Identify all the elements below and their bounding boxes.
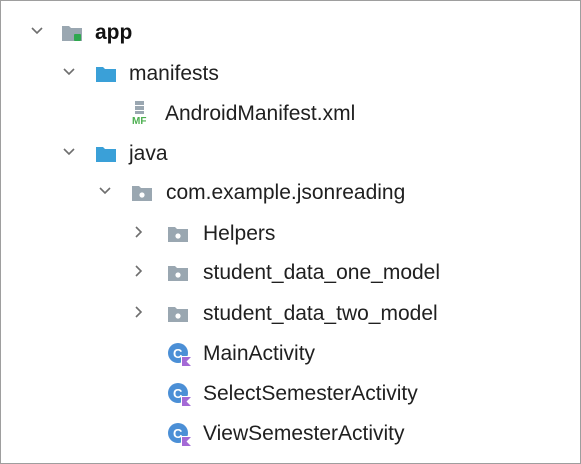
package-icon [168,266,188,281]
chevron-down-icon[interactable] [29,23,45,39]
manifest-badge-text: MF [132,116,146,126]
tree-node-label: SelectSemesterActivity [203,382,418,405]
tree-node-mainactivity[interactable]: C MainActivity [1,334,580,374]
tree-node-label: java [129,142,168,165]
tree-node-label: student_data_two_model [203,302,438,325]
tree-node-label: ViewSemesterActivity [203,422,405,445]
tree-node-label: Helpers [203,222,276,245]
folder-icon [96,67,116,82]
kotlin-class-icon: C [168,383,192,407]
tree-node-viewsemesteractivity[interactable]: C ViewSemesterActivity [1,414,580,454]
tree-node-manifests[interactable]: manifests [1,54,580,94]
manifest-file-icon: MF [132,101,146,126]
package-icon [132,186,152,201]
chevron-down-icon[interactable] [97,183,113,199]
tree-node-androidmanifest[interactable]: MF AndroidManifest.xml [1,94,580,134]
tree-node-label: manifests [129,62,219,85]
tree-node-label: app [95,21,133,44]
chevron-right-icon[interactable] [131,263,147,279]
package-icon [168,227,188,242]
package-icon [168,307,188,322]
tree-node-selectsemesteractivity[interactable]: C SelectSemesterActivity [1,374,580,414]
tree-node-helpers[interactable]: Helpers [1,214,580,254]
kotlin-class-icon: C [168,343,192,367]
tree-node-label: AndroidManifest.xml [165,102,356,125]
folder-icon [96,147,116,162]
tree-node-label: student_data_one_model [203,261,441,284]
tree-node-app[interactable]: app [1,13,580,53]
chevron-right-icon[interactable] [131,224,147,240]
module-folder-icon [62,26,82,41]
tree-node-label: com.example.jsonreading [166,181,406,204]
chevron-down-icon[interactable] [61,64,77,80]
tree-node-student-data-one-model[interactable]: student_data_one_model [1,253,580,293]
chevron-right-icon[interactable] [131,304,147,320]
tree-node-package-root[interactable]: com.example.jsonreading [1,173,580,213]
tree-node-java[interactable]: java [1,134,580,174]
project-tree-panel: app manifests MF AndroidManifest.xml jav… [0,0,581,464]
kotlin-class-icon: C [168,423,192,447]
chevron-down-icon[interactable] [61,144,77,160]
tree-node-student-data-two-model[interactable]: student_data_two_model [1,294,580,334]
tree-node-label: MainActivity [203,342,316,365]
